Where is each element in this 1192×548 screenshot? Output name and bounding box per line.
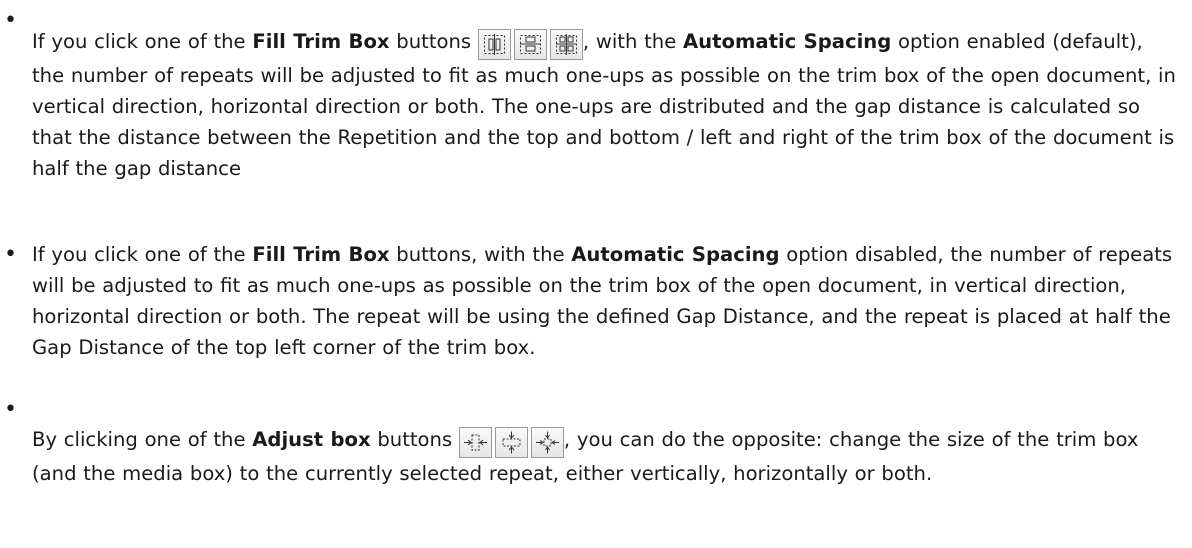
adjust-vertical-button[interactable] xyxy=(458,427,492,458)
adjust-both-icon xyxy=(535,431,559,454)
fill-horizontal-button[interactable] xyxy=(513,29,547,60)
adjust-horizontal-icon xyxy=(502,431,521,454)
fill-trim-box-button-group xyxy=(477,29,583,60)
fill-vertical-button[interactable] xyxy=(477,29,511,60)
adjust-box-term: Adjust box xyxy=(252,428,371,451)
list-item: • By clicking one of the Adjust box butt… xyxy=(0,399,1192,547)
bullet: • xyxy=(4,242,17,267)
adjust-vertical-icon xyxy=(463,434,487,451)
fill-both-icon xyxy=(555,34,577,55)
list-item-text: If you click one of the Fill Trim Box bu… xyxy=(32,29,1176,180)
document-body: • If you click one of the Fill Trim Box … xyxy=(0,0,1192,548)
list-item-text: If you click one of the Fill Trim Box bu… xyxy=(32,243,1173,359)
bullet: • xyxy=(4,8,17,33)
automatic-spacing-term: Automatic Spacing xyxy=(571,243,780,266)
adjust-box-button-group xyxy=(458,427,564,458)
fill-trim-box-term: Fill Trim Box xyxy=(252,243,390,266)
fill-horizontal-icon xyxy=(519,35,541,54)
adjust-horizontal-button[interactable] xyxy=(494,427,528,458)
bullet: • xyxy=(4,397,17,422)
list-item: • If you click one of the Fill Trim Box … xyxy=(0,0,1192,240)
fill-both-button[interactable] xyxy=(549,29,583,60)
list-item-text: By clicking one of the Adjust box button… xyxy=(32,427,1139,485)
list-item: • If you click one of the Fill Trim Box … xyxy=(0,239,1192,399)
fill-vertical-icon xyxy=(483,34,505,55)
fill-trim-box-term: Fill Trim Box xyxy=(252,30,390,53)
adjust-both-button[interactable] xyxy=(530,427,564,458)
automatic-spacing-term: Automatic Spacing xyxy=(683,30,892,53)
